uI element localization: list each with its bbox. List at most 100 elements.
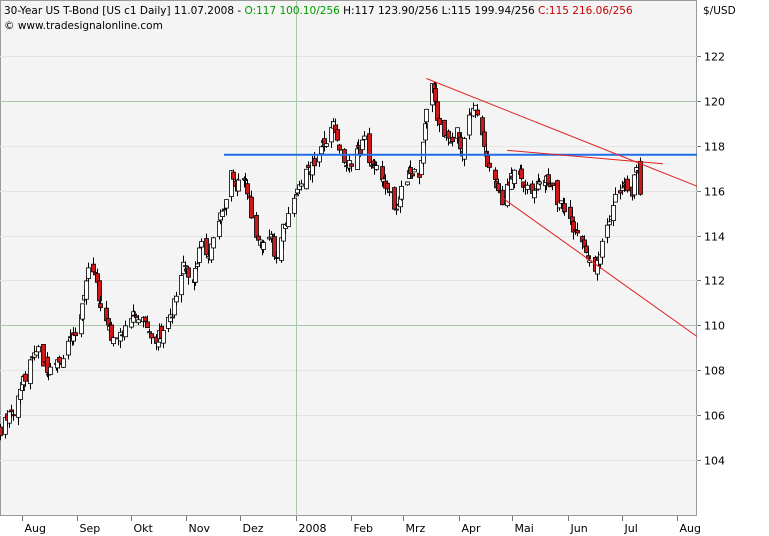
- candle-body: [179, 275, 184, 296]
- candle-body: [555, 180, 560, 206]
- candle-body: [181, 261, 186, 275]
- candle-body: [245, 183, 250, 195]
- candle-body: [575, 230, 580, 234]
- candle-body: [193, 268, 198, 283]
- candle-body: [584, 245, 589, 253]
- candle-body: [337, 144, 342, 151]
- candle-body: [86, 267, 91, 279]
- candle-body: [41, 343, 46, 367]
- candle-body: [607, 221, 612, 226]
- x-tick-label: Nov: [189, 522, 211, 535]
- candle-body: [519, 168, 524, 180]
- header-high: H:117 123.90/256: [340, 5, 439, 17]
- candle-body: [274, 257, 279, 259]
- candle-body: [143, 316, 148, 322]
- candle-body: [134, 315, 139, 319]
- candle-body: [149, 333, 154, 339]
- candle-body: [625, 178, 630, 192]
- candle-body: [450, 136, 455, 143]
- candle-body: [36, 346, 41, 353]
- candle-body: [600, 240, 605, 258]
- candle-body: [512, 169, 517, 184]
- candle-body: [286, 213, 291, 228]
- candle-body: [186, 267, 191, 278]
- candle-body: [9, 409, 14, 413]
- candle-body: [462, 138, 467, 160]
- unit-label: $/USD: [703, 5, 736, 17]
- candle-body: [496, 183, 501, 192]
- x-tick-label: Feb: [354, 522, 373, 535]
- candle-body: [57, 357, 62, 363]
- candle-body: [410, 173, 415, 177]
- candle-body: [254, 214, 259, 238]
- y-tick-label: 106: [704, 410, 725, 423]
- candle-body: [84, 280, 89, 300]
- candle-body: [111, 337, 116, 345]
- x-tick-label: Apr: [462, 522, 482, 535]
- candle-body: [620, 187, 625, 191]
- candle-body: [317, 154, 322, 163]
- candle-body: [11, 414, 16, 417]
- candle-body: [408, 167, 413, 175]
- candle-body: [183, 265, 188, 268]
- candle-body: [98, 303, 103, 309]
- candle-body: [613, 193, 618, 203]
- x-tick-label: Jul: [624, 522, 638, 535]
- candle-body: [562, 203, 567, 213]
- candle-body: [224, 199, 229, 209]
- candle-body: [605, 224, 610, 238]
- candle-body: [638, 160, 643, 195]
- candle-body: [392, 187, 397, 210]
- candle-body: [236, 179, 241, 192]
- y-tick-label: 110: [704, 320, 725, 333]
- y-tick-label: 104: [704, 455, 725, 468]
- price-chart: 104 106 108 110 112 114 116 118 120 122 Aug Sep Okt…: [0, 0, 769, 536]
- header-separator: -: [234, 5, 244, 17]
- candle-body: [136, 319, 141, 324]
- y-tick-label: 108: [704, 365, 725, 378]
- y-tick-label: 120: [704, 96, 725, 109]
- candle-body: [220, 210, 225, 217]
- candle-body: [525, 184, 530, 190]
- candle-body: [433, 88, 438, 102]
- x-tick-label: Dez: [243, 522, 264, 535]
- candle-body: [231, 171, 236, 180]
- candle-body: [405, 181, 410, 186]
- candle-body: [306, 164, 311, 168]
- y-tick-label: 114: [704, 231, 725, 244]
- y-tick-label: 122: [704, 51, 725, 64]
- candle-body: [123, 325, 128, 338]
- chart-header: 30-Year US T-Bond [US c1 Daily] 11.07.20…: [4, 5, 633, 17]
- candle-body: [559, 200, 564, 204]
- candle-body: [475, 109, 480, 116]
- y-tick-label: 116: [704, 186, 725, 199]
- watermark: © www.tradesignalonline.com: [4, 20, 163, 32]
- candle-body: [335, 129, 340, 141]
- candle-body: [412, 169, 417, 173]
- candle-body: [23, 373, 28, 382]
- candle-body: [118, 331, 123, 342]
- candle-body: [611, 205, 616, 221]
- candle-body: [349, 163, 354, 167]
- candle-body: [80, 303, 85, 320]
- candle-body: [324, 143, 329, 147]
- candle-body: [473, 104, 478, 111]
- candle-body: [360, 139, 365, 151]
- candle-body: [493, 169, 498, 180]
- candle-body: [385, 182, 390, 190]
- candle-body: [170, 316, 175, 319]
- x-tick-label: Okt: [134, 522, 154, 535]
- candle-body: [446, 130, 451, 139]
- candle-body: [197, 247, 202, 263]
- candle-body: [329, 127, 334, 143]
- candle-body: [261, 242, 266, 250]
- candle-body: [424, 108, 429, 123]
- y-tick-label: 118: [704, 141, 725, 154]
- candle-body: [458, 136, 463, 150]
- candle-body: [532, 189, 537, 199]
- candle-body: [204, 238, 209, 256]
- candle-body: [367, 133, 372, 164]
- x-tick-label: Sep: [80, 522, 101, 535]
- candle-body: [304, 168, 309, 190]
- candle-body: [28, 359, 33, 385]
